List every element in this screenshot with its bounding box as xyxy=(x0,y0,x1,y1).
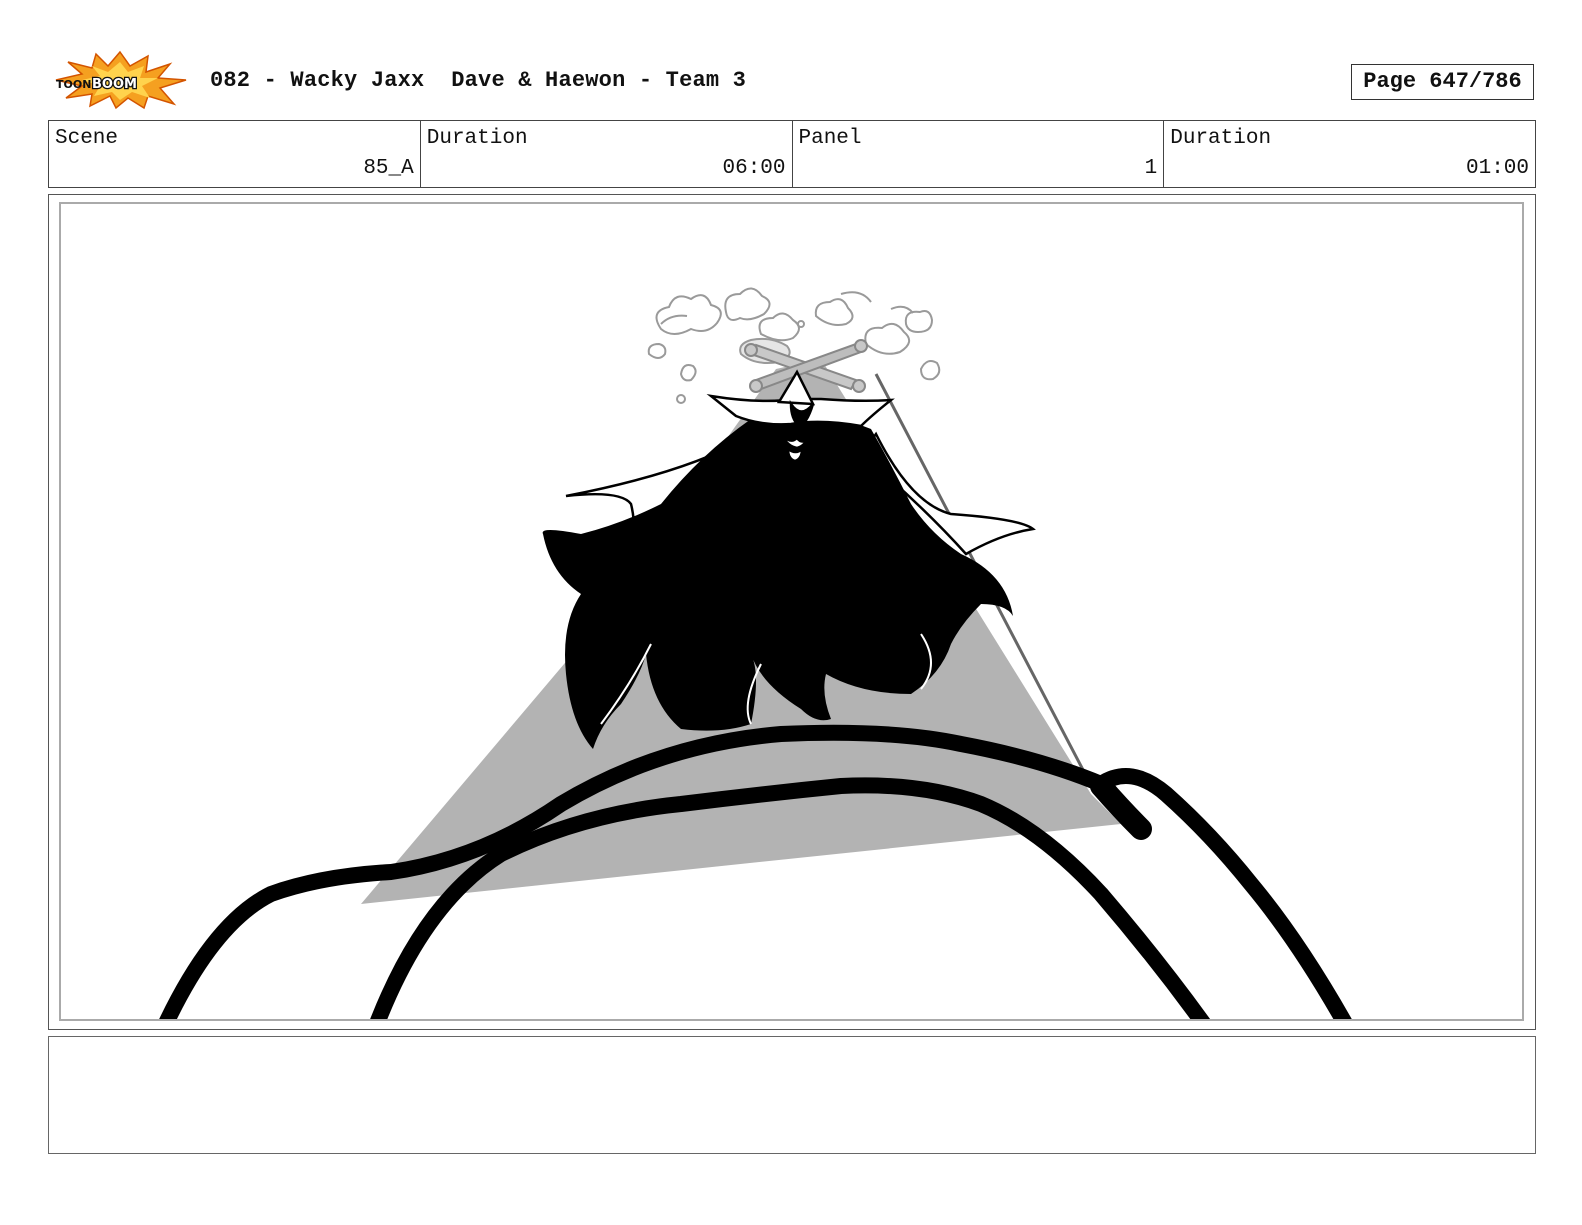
svg-text:TOON: TOON xyxy=(56,78,91,91)
panel-cell: Panel 1 xyxy=(793,121,1165,187)
panel-notes-box xyxy=(48,1036,1536,1154)
panel-drawing-area xyxy=(59,202,1524,1021)
scene-cell: Scene 85_A xyxy=(49,121,421,187)
svg-text:BOOM: BOOM xyxy=(92,77,137,92)
scene-label: Scene xyxy=(55,127,119,150)
panel-label: Panel xyxy=(798,127,862,150)
storyboard-drawing xyxy=(159,287,1352,1019)
panel-value: 1 xyxy=(1144,157,1158,180)
page-indicator: Page 647/786 xyxy=(1351,64,1534,100)
toon-boom-logo: TOON BOOM xyxy=(52,50,188,110)
scene-duration-cell: Duration 06:00 xyxy=(421,121,793,187)
panel-duration-value: 01:00 xyxy=(1465,157,1529,180)
panel-duration-label: Duration xyxy=(1170,127,1272,150)
scene-info-table: Scene 85_A Duration 06:00 Panel 1 Durati… xyxy=(48,120,1536,188)
panel-frame xyxy=(48,194,1536,1030)
scene-duration-value: 06:00 xyxy=(722,157,786,180)
scene-value: 85_A xyxy=(363,157,414,180)
panel-duration-cell: Duration 01:00 xyxy=(1164,121,1535,187)
scene-duration-label: Duration xyxy=(426,127,528,150)
storyboard-title: 082 - Wacky Jaxx Dave & Haewon - Team 3 xyxy=(210,68,747,93)
